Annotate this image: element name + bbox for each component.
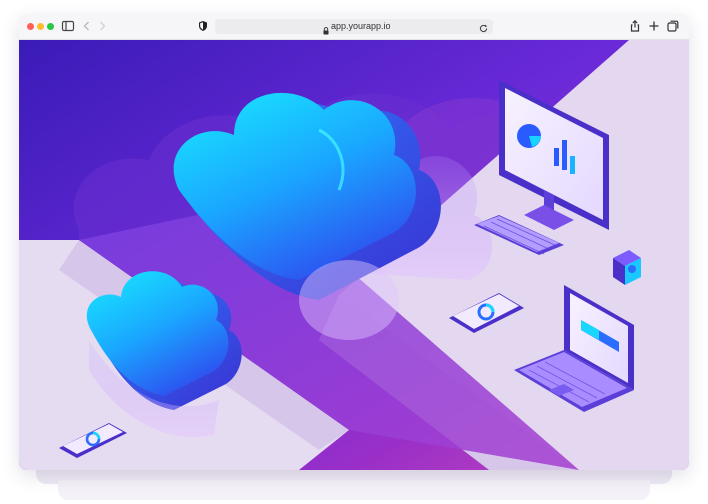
back-icon[interactable]	[80, 19, 94, 33]
tabs-overview-icon[interactable]	[666, 19, 680, 33]
browser-toolbar: app.yourapp.io	[19, 14, 689, 40]
address-url: app.yourapp.io	[331, 21, 391, 31]
sidebar-icon[interactable]	[61, 19, 75, 33]
address-bar[interactable]: app.yourapp.io	[215, 19, 493, 35]
close-window-button[interactable]	[27, 23, 34, 30]
lock-icon	[323, 22, 329, 40]
hero-illustration	[19, 40, 689, 470]
minimize-window-button[interactable]	[37, 23, 44, 30]
shield-icon[interactable]	[196, 19, 210, 33]
forward-icon[interactable]	[95, 19, 109, 33]
browser-window: app.yourapp.io	[19, 14, 689, 470]
share-icon[interactable]	[628, 19, 642, 33]
new-tab-icon[interactable]	[647, 19, 661, 33]
zoom-window-button[interactable]	[47, 23, 54, 30]
reload-icon[interactable]	[478, 21, 489, 39]
window-shadow-far	[58, 480, 650, 500]
